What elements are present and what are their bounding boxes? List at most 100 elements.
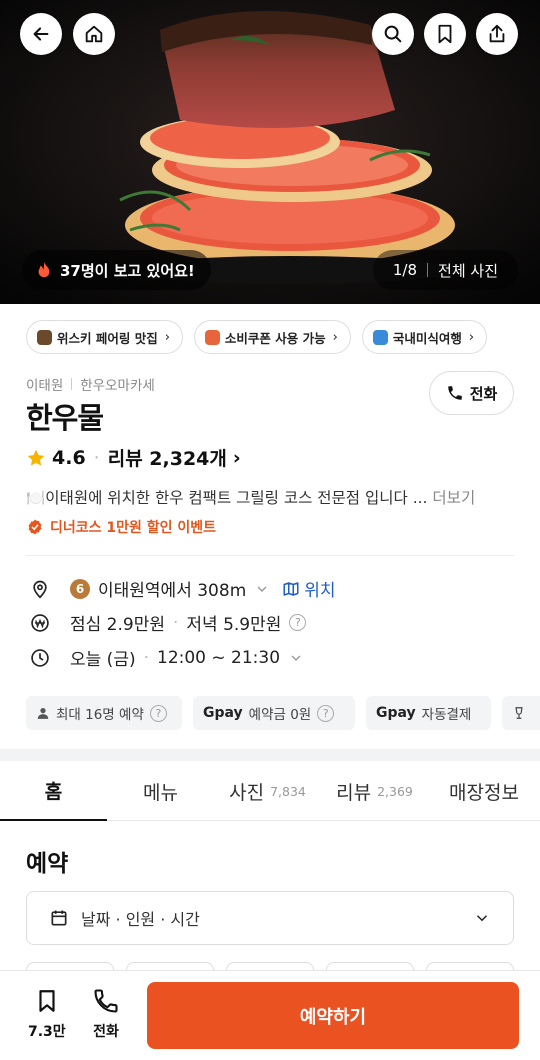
area-label: 이태원	[26, 378, 64, 394]
won-icon	[31, 613, 49, 632]
page-title: 한우물	[26, 401, 104, 435]
tab-bar: 홈 메뉴 사진 7,834 리뷰 2,369 매장정보	[0, 761, 540, 821]
tab-reviews[interactable]: 리뷰 2,369	[321, 761, 428, 821]
tab-label: 리뷰	[336, 781, 372, 804]
coupon-icon	[204, 329, 220, 345]
tab-photos[interactable]: 사진 7,834	[214, 761, 321, 821]
hours-time: 12:00 ~ 21:30	[157, 647, 281, 668]
bookmark-icon	[438, 24, 452, 44]
viewers-badge: 37명이 보고 있어요!	[22, 250, 211, 290]
tab-label: 매장정보	[449, 781, 519, 804]
bottom-call-button[interactable]: 전화	[92, 987, 120, 1041]
location-text: 이태원역에서 308m	[98, 581, 247, 601]
map-pin-icon	[33, 580, 47, 599]
help-icon[interactable]: ?	[317, 704, 335, 722]
event-text: 디너코스 1만원 할인 이벤트	[50, 520, 217, 536]
search-icon	[384, 25, 402, 43]
map-icon	[283, 581, 299, 596]
map-link[interactable]: 위치	[282, 576, 336, 601]
reservation-picker[interactable]: 날짜 · 인원 · 시간	[26, 891, 514, 945]
event-banner[interactable]: 디너코스 1만원 할인 이벤트	[26, 517, 216, 537]
description-text: 🍽️이태원에 위치한 한우 컴팩트 그릴링 코스 전문점 입니다 ...	[26, 489, 428, 507]
location-row[interactable]: 6 이태원역에서 308m 위치	[30, 576, 336, 601]
tab-label: 사진	[229, 781, 265, 804]
chevron-down-icon	[476, 915, 488, 922]
tab-menu[interactable]: 메뉴	[107, 761, 214, 821]
fire-icon	[38, 261, 50, 278]
max-party-text: 최대 16명 예약	[56, 707, 144, 723]
search-button[interactable]	[372, 13, 414, 55]
wine-chip[interactable]	[502, 696, 540, 730]
deposit-chip[interactable]: Gpay 예약금 0원 ?	[193, 696, 355, 730]
help-icon[interactable]: ?	[289, 614, 307, 631]
price-row: 점심 2.9만원 · 저녁 5.9만원 ?	[30, 610, 307, 635]
star-icon	[27, 449, 45, 466]
arrow-left-icon	[33, 27, 49, 41]
rating-value: 4.6	[52, 446, 86, 469]
more-link[interactable]: 더보기	[432, 489, 475, 507]
separator-dot: ·	[93, 446, 100, 469]
clock-icon	[31, 648, 49, 667]
separator-dot: ·	[173, 612, 179, 633]
phone-icon	[447, 386, 462, 400]
tab-label: 메뉴	[143, 781, 178, 804]
pay-brand: pay	[387, 705, 416, 721]
hours-row[interactable]: 오늘 (금) · 12:00 ~ 21:30	[30, 645, 304, 670]
chevron-right-icon: ›	[468, 329, 475, 345]
chip-whisky[interactable]: 위스키 페어링 맛집 ›	[26, 320, 183, 354]
review-count: 리뷰 2,324개	[107, 448, 227, 470]
pay-logo: Gpay	[376, 705, 416, 721]
autopay-text: 자동결제	[421, 707, 472, 723]
phone-icon	[94, 989, 118, 1013]
chip-food-travel[interactable]: 국내미식여행 ›	[361, 320, 488, 354]
divider	[71, 378, 73, 390]
home-button[interactable]	[73, 13, 115, 55]
share-icon	[489, 24, 505, 43]
reserve-button[interactable]: 예약하기	[147, 982, 519, 1049]
hero-photo-area[interactable]: 37명이 보고 있어요! 1/8 전체 사진	[0, 0, 540, 304]
bookmark-icon	[39, 990, 55, 1012]
tab-label: 홈	[44, 780, 63, 803]
chevron-down-icon	[257, 586, 267, 592]
pay-brand: pay	[214, 705, 243, 721]
tab-store-info[interactable]: 매장정보	[428, 761, 540, 821]
tab-count: 2,369	[377, 783, 413, 799]
pay-logo-mark: G	[376, 705, 388, 721]
chevron-right-icon: ›	[232, 446, 241, 469]
photo-index: 1/8	[392, 261, 418, 279]
max-party-chip[interactable]: 최대 16명 예약 ?	[26, 696, 182, 730]
whisky-icon	[37, 329, 52, 345]
tab-home[interactable]: 홈	[0, 761, 107, 821]
save-button[interactable]: 7.3만	[28, 987, 66, 1041]
divider	[26, 555, 514, 556]
save-count: 7.3만	[28, 1024, 66, 1040]
share-button[interactable]	[476, 13, 518, 55]
all-photos-button[interactable]: 1/8 전체 사진	[372, 250, 518, 290]
rating-row[interactable]: 4.6 · 리뷰 2,324개 ›	[26, 444, 241, 471]
category-label: 한우오마카세	[80, 378, 155, 394]
wine-glass-icon	[515, 707, 523, 719]
back-button[interactable]	[20, 13, 62, 55]
section-divider	[0, 749, 540, 761]
call-label: 전화	[93, 1024, 119, 1040]
hours-day: 오늘 (금)	[70, 650, 136, 670]
badge-check-icon	[28, 519, 42, 535]
chevron-down-icon	[291, 655, 301, 661]
dinner-price: 저녁 5.9만원	[186, 615, 282, 635]
pay-logo-mark: G	[203, 705, 215, 721]
pay-logo: Gpay	[203, 705, 243, 721]
travel-icon	[372, 329, 388, 345]
chip-coupon[interactable]: 소비쿠폰 사용 가능 ›	[193, 320, 351, 354]
picker-text: 날짜 · 인원 · 시간	[81, 910, 200, 929]
tab-count: 7,834	[270, 783, 306, 799]
help-icon[interactable]: ?	[149, 704, 167, 722]
description[interactable]: 🍽️이태원에 위치한 한우 컴팩트 그릴링 코스 전문점 입니다 ... 더보기	[26, 486, 475, 508]
call-button[interactable]: 전화	[429, 371, 514, 415]
section-title: 예약	[26, 851, 69, 877]
all-photos-label: 전체 사진	[438, 261, 498, 280]
bottom-action-bar: 7.3만 전화 예약하기	[0, 970, 540, 1060]
chevron-right-icon: ›	[332, 329, 338, 345]
bookmark-button[interactable]	[424, 13, 466, 55]
autopay-chip[interactable]: Gpay 자동결제	[366, 696, 491, 730]
map-link-label: 위치	[304, 581, 336, 601]
